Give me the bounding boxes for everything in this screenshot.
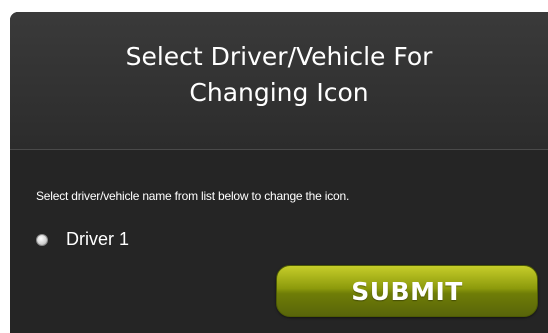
- instruction-text: Select driver/vehicle name from list bel…: [36, 189, 350, 203]
- select-driver-dialog: Select Driver/Vehicle For Changing Icon …: [10, 12, 548, 333]
- dialog-header: Select Driver/Vehicle For Changing Icon: [10, 12, 548, 150]
- dialog-title: Select Driver/Vehicle For Changing Icon: [10, 39, 548, 111]
- driver-option[interactable]: Driver 1: [36, 229, 129, 250]
- dialog-title-line-2: Changing Icon: [189, 78, 369, 107]
- dialog-title-line-1: Select Driver/Vehicle For: [125, 42, 433, 71]
- driver-option-label: Driver 1: [66, 229, 130, 249]
- driver-radio-button[interactable]: [36, 233, 48, 246]
- submit-button[interactable]: SUBMIT: [276, 265, 538, 317]
- dialog-body: Select driver/vehicle name from list bel…: [10, 150, 548, 333]
